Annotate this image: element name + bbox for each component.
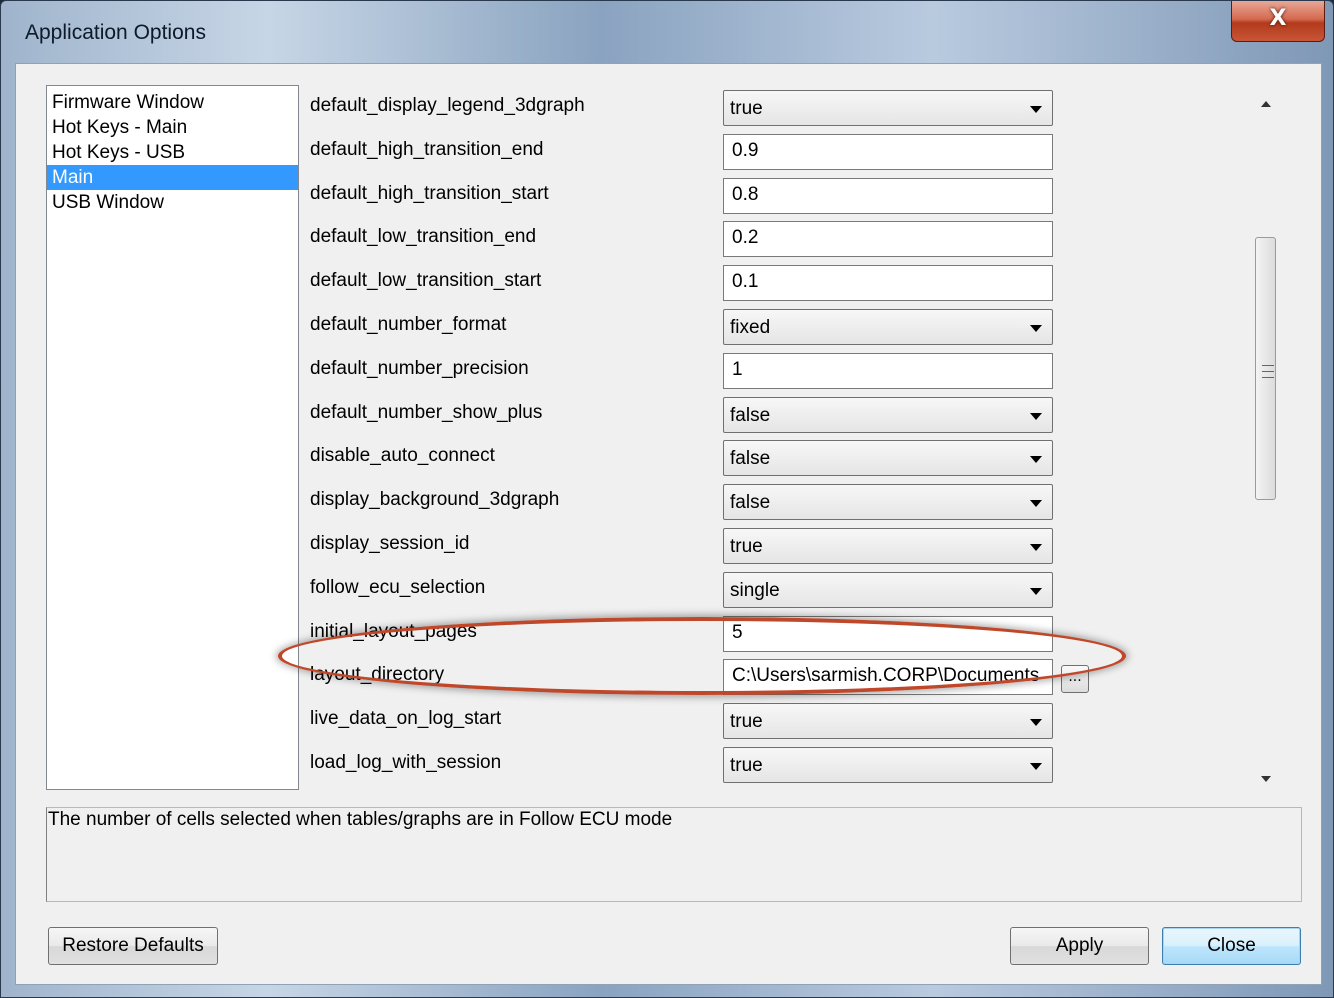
dropdown-selected-value: true xyxy=(730,755,763,776)
property-row: default_high_transition_end 0.9 xyxy=(300,129,1250,173)
property-name-label: default_low_transition_end xyxy=(310,226,537,248)
dropdown-arrow-icon xyxy=(1030,544,1042,551)
property-value-dropdown[interactable]: true xyxy=(723,528,1053,564)
dropdown-selected-value: true xyxy=(730,98,763,119)
dropdown-selected-value: true xyxy=(730,536,763,557)
property-name-label: disable_auto_connect xyxy=(310,445,495,467)
description-panel: The number of cells selected when tables… xyxy=(46,807,1302,902)
restore-defaults-button[interactable]: Restore Defaults xyxy=(48,927,218,965)
category-item[interactable]: Hot Keys - Main xyxy=(47,115,298,140)
dropdown-selected-value: true xyxy=(730,711,763,733)
scroll-thumb[interactable]: ― ― ― xyxy=(1255,237,1276,500)
property-value-input[interactable]: 5 xyxy=(723,615,1053,652)
property-name-label: follow_ecu_selection xyxy=(310,576,486,598)
dropdown-selected-value: false xyxy=(730,404,771,426)
property-row: default_low_transition_end 0.2 xyxy=(300,216,1250,260)
property-name-label: load_log_with_session xyxy=(310,752,502,773)
property-row: default_number_format fixed xyxy=(300,304,1250,348)
property-value-input[interactable]: 0.2 xyxy=(723,221,1053,258)
property-name-label: live_data_on_log_start xyxy=(310,708,502,730)
property-row: initial_layout_pages 5 xyxy=(300,611,1250,655)
property-name-label: default_number_show_plus xyxy=(310,401,543,423)
dropdown-arrow-icon xyxy=(1030,106,1042,113)
dropdown-arrow-icon xyxy=(1030,456,1042,464)
scroll-up-arrow-icon[interactable] xyxy=(1255,93,1277,115)
dropdown-selected-value: false xyxy=(730,448,771,470)
property-value-dropdown[interactable]: fixed xyxy=(723,309,1053,345)
property-row: default_number_precision 1 xyxy=(300,348,1250,392)
property-name-label: layout_directory xyxy=(310,664,445,686)
property-value-input[interactable]: 0.9 xyxy=(723,133,1053,170)
property-name-label: initial_layout_pages xyxy=(310,620,477,642)
close-button[interactable]: Close xyxy=(1162,927,1301,965)
property-value-dropdown[interactable]: true xyxy=(723,703,1053,740)
property-name-label: default_number_precision xyxy=(310,357,529,379)
property-name-label: default_display_legend_3dgraph xyxy=(310,95,585,116)
property-name-label: default_high_transition_end xyxy=(310,138,544,160)
dialog-client-area: Firmware Window Hot Keys - Main Hot Keys -… xyxy=(15,63,1322,985)
dropdown-arrow-icon xyxy=(1030,719,1042,727)
window-close-button[interactable]: X xyxy=(1231,1,1325,42)
dropdown-arrow-icon xyxy=(1030,412,1042,420)
application-options-window: Application Options X Firmware Window Hot… xyxy=(0,0,1334,998)
category-item[interactable]: Main xyxy=(47,165,298,190)
dropdown-arrow-icon xyxy=(1030,587,1042,595)
property-name-label: display_background_3dgraph xyxy=(310,489,560,511)
dropdown-arrow-icon xyxy=(1030,763,1042,770)
property-row: default_high_transition_start 0.8 xyxy=(300,173,1250,217)
property-value-dropdown[interactable]: single xyxy=(723,571,1053,608)
property-row: follow_ecu_selection single xyxy=(300,567,1250,611)
property-value-dropdown[interactable]: false xyxy=(723,396,1053,433)
dropdown-selected-value: fixed xyxy=(730,317,771,338)
property-row: load_log_with_session true xyxy=(300,742,1250,786)
property-value-input[interactable]: 0.1 xyxy=(723,265,1053,302)
property-row: default_display_legend_3dgraph true xyxy=(300,85,1250,129)
property-value-dropdown[interactable]: false xyxy=(723,440,1053,477)
dropdown-arrow-icon xyxy=(1030,325,1042,332)
property-grid-scrollbar[interactable]: ― ― ― xyxy=(1255,85,1277,790)
browse-button[interactable]: ... xyxy=(1061,665,1089,694)
category-item[interactable]: Hot Keys - USB xyxy=(47,140,298,165)
property-value-dropdown[interactable]: true xyxy=(723,747,1053,783)
apply-button[interactable]: Apply xyxy=(1010,927,1149,965)
property-row: display_background_3dgraph false xyxy=(300,479,1250,523)
property-row: default_low_transition_start 0.1 xyxy=(300,260,1250,304)
grip-icon: ― ― ― xyxy=(1262,358,1274,384)
title-bar[interactable]: Application Options X xyxy=(1,1,1333,63)
property-grid: default_display_legend_3dgraph true defaul… xyxy=(300,85,1253,790)
dropdown-selected-value: single xyxy=(730,579,780,601)
category-list[interactable]: Firmware Window Hot Keys - Main Hot Keys -… xyxy=(46,85,299,790)
category-item[interactable]: Firmware Window xyxy=(47,90,298,115)
property-value-dropdown[interactable]: true xyxy=(723,90,1053,126)
property-name-label: default_high_transition_start xyxy=(310,182,549,204)
property-name-label: default_number_format xyxy=(310,314,507,335)
property-row: default_number_show_plus false xyxy=(300,392,1250,436)
window-title: Application Options xyxy=(25,21,206,44)
category-item[interactable]: USB Window xyxy=(47,190,298,215)
property-value-input[interactable]: C:\Users\sarmish.CORP\Documents xyxy=(723,659,1053,696)
property-name-label: display_session_id xyxy=(310,533,470,554)
property-value-dropdown[interactable]: false xyxy=(723,484,1053,521)
property-row: display_session_id true xyxy=(300,523,1250,567)
property-row: disable_auto_connect false xyxy=(300,435,1250,479)
scroll-down-arrow-icon[interactable] xyxy=(1255,768,1277,790)
dropdown-arrow-icon xyxy=(1030,500,1042,508)
property-value-input[interactable]: 1 xyxy=(723,352,1053,389)
dropdown-selected-value: false xyxy=(730,492,771,514)
property-row: layout_directory C:\Users\sarmish.CORP\Do… xyxy=(300,654,1250,698)
property-row: live_data_on_log_start true xyxy=(300,698,1250,742)
property-name-label: default_low_transition_start xyxy=(310,270,542,292)
property-value-input[interactable]: 0.8 xyxy=(723,177,1053,214)
